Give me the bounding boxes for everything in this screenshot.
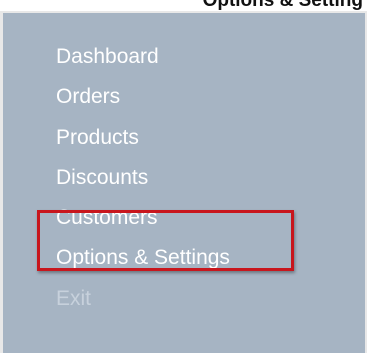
sidebar-item-orders[interactable]: Orders: [56, 77, 230, 117]
sidebar-item-discounts[interactable]: Discounts: [56, 158, 230, 198]
sidebar-item-options-settings[interactable]: Options & Settings: [56, 238, 230, 278]
sidebar-item-exit[interactable]: Exit: [56, 279, 230, 319]
sidebar-menu: Dashboard Orders Products Discounts Cust…: [56, 37, 230, 319]
admin-sidebar-panel: Dashboard Orders Products Discounts Cust…: [0, 11, 367, 353]
sidebar-item-products[interactable]: Products: [56, 118, 230, 158]
page-title-text: Options & Setting: [202, 0, 363, 11]
sidebar-item-customers[interactable]: Customers: [56, 198, 230, 238]
sidebar-item-dashboard[interactable]: Dashboard: [56, 37, 230, 77]
clipped-page-title: Options & Setting: [0, 0, 367, 11]
